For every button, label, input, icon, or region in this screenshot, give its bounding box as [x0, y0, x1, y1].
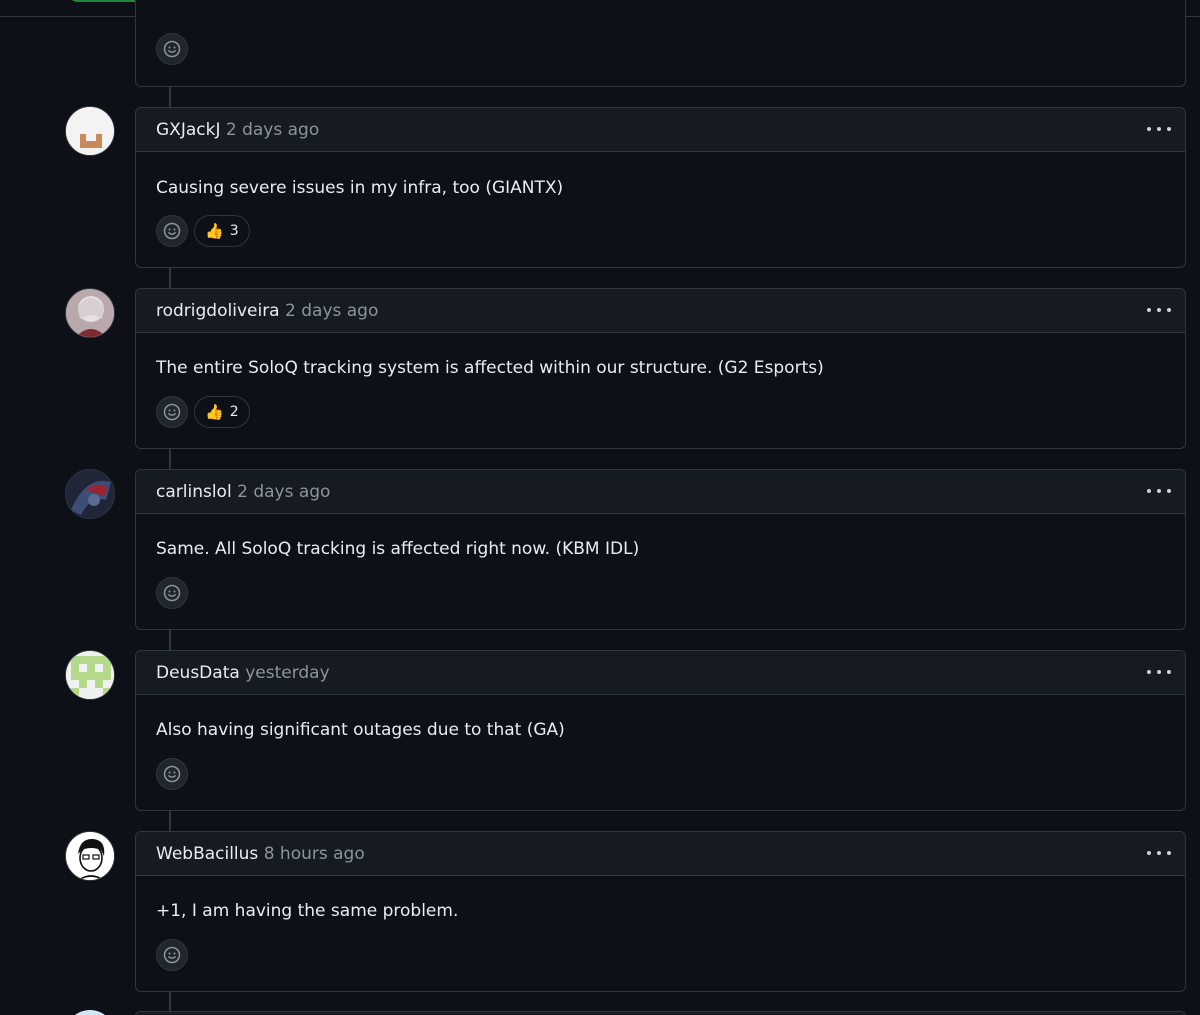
timeline-connector [169, 448, 171, 470]
avatar[interactable] [65, 106, 115, 156]
smiley-icon [163, 40, 181, 58]
kebab-icon[interactable] [1147, 301, 1171, 319]
kebab-icon[interactable] [1147, 663, 1171, 681]
timeline-connector [169, 267, 171, 289]
comment-card: carlinslol 2 days ago Same. All SoloQ tr… [135, 469, 1186, 630]
comment-header: WebBacillus 8 hours ago [136, 832, 1185, 876]
dark-character-avatar [66, 470, 114, 518]
comment-body: Same. All SoloQ tracking is affected rig… [156, 539, 640, 559]
comment-header: DeusData yesterday [136, 651, 1185, 695]
add-reaction-button[interactable] [156, 939, 188, 971]
comment-body: Causing severe issues in my infra, too (… [156, 178, 564, 198]
white-bucket-avatar [66, 107, 114, 155]
kebab-icon[interactable] [1147, 482, 1171, 500]
comment-timestamp[interactable]: yesterday [245, 663, 329, 683]
timeline-connector [169, 86, 171, 108]
smiley-icon [163, 403, 181, 421]
comment-meta: carlinslol 2 days ago [156, 482, 330, 502]
avatar[interactable] [65, 288, 115, 338]
author-name[interactable]: WebBacillus [156, 844, 258, 864]
author-name[interactable]: rodrigdoliveira [156, 301, 280, 321]
timeline-connector [169, 810, 171, 832]
smiley-icon [163, 222, 181, 240]
add-reaction-button[interactable] [156, 33, 188, 65]
smiley-icon [163, 765, 181, 783]
smiley-icon [163, 584, 181, 602]
comment-body: Also having significant outages due to t… [156, 720, 565, 740]
comment-card: rodrigdoliveira 2 days ago The entire So… [135, 288, 1186, 449]
comment-timestamp[interactable]: 2 days ago [226, 120, 319, 140]
comment-header: carlinslol 2 days ago [136, 470, 1185, 514]
smiley-icon [163, 946, 181, 964]
comment-body: The entire SoloQ tracking system is affe… [156, 358, 824, 378]
thumbs-up-reaction[interactable]: 👍 3 [194, 215, 250, 247]
timeline-connector [169, 629, 171, 651]
add-reaction-button[interactable] [156, 577, 188, 609]
anime-avatar [66, 289, 114, 337]
comment-card: WebBacillus 8 hours ago +1, I am having … [135, 831, 1186, 992]
author-name[interactable]: GXJackJ [156, 120, 220, 140]
reaction-count: 3 [229, 223, 239, 239]
identicon-avatar [66, 651, 114, 699]
timeline-connector [169, 991, 171, 1013]
comment-timestamp[interactable]: 8 hours ago [264, 844, 365, 864]
discussion-timeline: GXJackJ 2 days ago Causing severe issues… [0, 0, 1200, 1015]
avatar[interactable] [65, 831, 115, 881]
author-name[interactable]: DeusData [156, 663, 240, 683]
comment-body: +1, I am having the same problem. [156, 901, 459, 921]
comment-meta: DeusData yesterday [156, 663, 330, 683]
comment-timestamp[interactable]: 2 days ago [285, 301, 378, 321]
comment-card: GXJackJ 2 days ago Causing severe issues… [135, 107, 1186, 268]
avatar[interactable] [65, 650, 115, 700]
thumbs-up-icon: 👍 [205, 402, 224, 421]
cartoon-face-avatar [66, 832, 114, 880]
next-comment-card [135, 1011, 1186, 1015]
comment-meta: GXJackJ 2 days ago [156, 120, 319, 140]
comment-header: rodrigdoliveira 2 days ago [136, 289, 1185, 333]
comment-card: DeusData yesterday Also having significa… [135, 650, 1186, 811]
thumbs-up-icon: 👍 [205, 221, 224, 240]
comment-timestamp[interactable]: 2 days ago [237, 482, 330, 502]
author-name[interactable]: carlinslol [156, 482, 232, 502]
kebab-icon[interactable] [1147, 120, 1171, 138]
add-reaction-button[interactable] [156, 396, 188, 428]
reaction-count: 2 [229, 404, 239, 420]
add-reaction-button[interactable] [156, 758, 188, 790]
avatar[interactable] [65, 469, 115, 519]
comment-meta: rodrigdoliveira 2 days ago [156, 301, 378, 321]
add-reaction-button[interactable] [156, 215, 188, 247]
previous-comment-card [135, 0, 1186, 87]
comment-header: GXJackJ 2 days ago [136, 108, 1185, 152]
thumbs-up-reaction[interactable]: 👍 2 [194, 396, 250, 428]
comment-meta: WebBacillus 8 hours ago [156, 844, 365, 864]
avatar[interactable] [65, 1010, 115, 1015]
kebab-icon[interactable] [1147, 844, 1171, 862]
